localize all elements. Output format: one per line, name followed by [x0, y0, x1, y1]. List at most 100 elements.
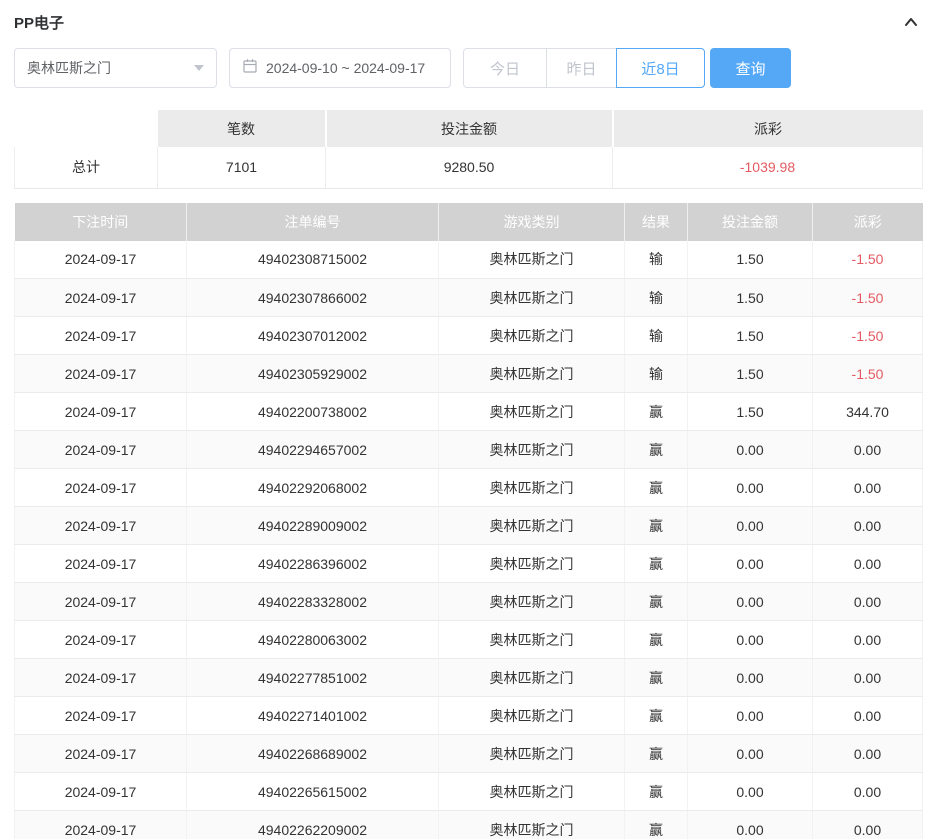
bet-amount-cell: 1.50 — [688, 355, 813, 393]
game-type-cell: 奥林匹斯之门 — [439, 507, 625, 545]
col-result: 结果 — [625, 203, 688, 241]
game-type-cell: 奥林匹斯之门 — [439, 811, 625, 839]
table-row: 2024-09-1749402200738002奥林匹斯之门赢1.50344.7… — [15, 393, 923, 431]
pp-dianzi-panel: PP电子 奥林匹斯之门 2024-09-10 ~ 2024-09-17 今日 昨… — [0, 0, 937, 839]
col-game-type: 游戏类别 — [439, 203, 625, 241]
payout-cell: 0.00 — [813, 659, 923, 697]
panel-title: PP电子 — [14, 12, 64, 33]
order-number-cell: 49402200738002 — [187, 393, 439, 431]
bet-amount-cell: 0.00 — [688, 735, 813, 773]
table-row: 2024-09-1749402277851002奥林匹斯之门赢0.000.00 — [15, 659, 923, 697]
order-number-cell: 49402280063002 — [187, 621, 439, 659]
order-number-cell: 49402294657002 — [187, 431, 439, 469]
game-type-cell: 奥林匹斯之门 — [439, 469, 625, 507]
payout-cell: 344.70 — [813, 393, 923, 431]
query-button[interactable]: 查询 — [710, 48, 791, 88]
summary-count-value: 7101 — [158, 147, 326, 188]
order-number-cell: 49402307866002 — [187, 279, 439, 317]
bet-records-table: 下注时间 注单编号 游戏类别 结果 投注金额 派彩 2024-09-174940… — [14, 203, 923, 839]
last-8-days-button[interactable]: 近8日 — [616, 48, 705, 88]
game-type-cell: 奥林匹斯之门 — [439, 279, 625, 317]
game-type-cell: 奥林匹斯之门 — [439, 735, 625, 773]
result-cell: 赢 — [625, 545, 688, 583]
bet-time-cell: 2024-09-17 — [15, 469, 187, 507]
order-number-cell: 49402292068002 — [187, 469, 439, 507]
payout-cell: 0.00 — [813, 507, 923, 545]
table-row: 2024-09-1749402292068002奥林匹斯之门赢0.000.00 — [15, 469, 923, 507]
order-number-cell: 49402286396002 — [187, 545, 439, 583]
chevron-down-icon — [194, 65, 204, 71]
order-number-cell: 49402265615002 — [187, 773, 439, 811]
result-cell: 赢 — [625, 431, 688, 469]
bet-time-cell: 2024-09-17 — [15, 279, 187, 317]
payout-cell: 0.00 — [813, 735, 923, 773]
bet-time-cell: 2024-09-17 — [15, 317, 187, 355]
bet-amount-cell: 0.00 — [688, 545, 813, 583]
col-bet-amount: 投注金额 — [688, 203, 813, 241]
chevron-up-icon[interactable] — [900, 11, 922, 33]
result-cell: 赢 — [625, 583, 688, 621]
bet-amount-cell: 0.00 — [688, 811, 813, 839]
date-range-value: 2024-09-10 ~ 2024-09-17 — [266, 60, 425, 76]
result-cell: 赢 — [625, 621, 688, 659]
payout-cell: 0.00 — [813, 773, 923, 811]
summary-bet-amount-value: 9280.50 — [326, 147, 613, 188]
today-button[interactable]: 今日 — [463, 48, 547, 88]
bet-time-cell: 2024-09-17 — [15, 545, 187, 583]
bet-time-cell: 2024-09-17 — [15, 393, 187, 431]
table-row: 2024-09-1749402289009002奥林匹斯之门赢0.000.00 — [15, 507, 923, 545]
game-type-cell: 奥林匹斯之门 — [439, 773, 625, 811]
table-row: 2024-09-1749402268689002奥林匹斯之门赢0.000.00 — [15, 735, 923, 773]
bet-time-cell: 2024-09-17 — [15, 659, 187, 697]
result-cell: 赢 — [625, 697, 688, 735]
game-type-cell: 奥林匹斯之门 — [439, 659, 625, 697]
summary-col-payout: 派彩 — [613, 110, 923, 147]
game-type-cell: 奥林匹斯之门 — [439, 431, 625, 469]
bet-amount-cell: 0.00 — [688, 621, 813, 659]
game-select-value: 奥林匹斯之门 — [27, 58, 111, 78]
bet-amount-cell: 0.00 — [688, 431, 813, 469]
bet-time-cell: 2024-09-17 — [15, 241, 187, 279]
result-cell: 赢 — [625, 773, 688, 811]
table-row: 2024-09-1749402307866002奥林匹斯之门输1.50-1.50 — [15, 279, 923, 317]
bet-time-cell: 2024-09-17 — [15, 431, 187, 469]
order-number-cell: 49402271401002 — [187, 697, 439, 735]
result-cell: 赢 — [625, 469, 688, 507]
game-select[interactable]: 奥林匹斯之门 — [14, 48, 217, 88]
game-type-cell: 奥林匹斯之门 — [439, 241, 625, 279]
order-number-cell: 49402305929002 — [187, 355, 439, 393]
result-cell: 赢 — [625, 659, 688, 697]
table-row: 2024-09-1749402294657002奥林匹斯之门赢0.000.00 — [15, 431, 923, 469]
order-number-cell: 49402308715002 — [187, 241, 439, 279]
payout-cell: -1.50 — [813, 355, 923, 393]
bet-time-cell: 2024-09-17 — [15, 621, 187, 659]
summary-blank-cell — [15, 110, 158, 147]
bet-time-cell: 2024-09-17 — [15, 697, 187, 735]
bet-amount-cell: 0.00 — [688, 583, 813, 621]
table-row: 2024-09-1749402307012002奥林匹斯之门输1.50-1.50 — [15, 317, 923, 355]
result-cell: 赢 — [625, 393, 688, 431]
summary-header-row: 笔数 投注金额 派彩 — [15, 110, 923, 147]
bet-table-header: 下注时间 注单编号 游戏类别 结果 投注金额 派彩 — [15, 203, 923, 241]
date-range-picker[interactable]: 2024-09-10 ~ 2024-09-17 — [229, 48, 451, 88]
table-row: 2024-09-1749402286396002奥林匹斯之门赢0.000.00 — [15, 545, 923, 583]
game-type-cell: 奥林匹斯之门 — [439, 393, 625, 431]
bet-amount-cell: 0.00 — [688, 507, 813, 545]
payout-cell: 0.00 — [813, 583, 923, 621]
table-row: 2024-09-1749402305929002奥林匹斯之门输1.50-1.50 — [15, 355, 923, 393]
payout-cell: 0.00 — [813, 811, 923, 839]
table-row: 2024-09-1749402271401002奥林匹斯之门赢0.000.00 — [15, 697, 923, 735]
bet-amount-cell: 1.50 — [688, 317, 813, 355]
bet-time-cell: 2024-09-17 — [15, 507, 187, 545]
bet-time-cell: 2024-09-17 — [15, 355, 187, 393]
bet-amount-cell: 0.00 — [688, 469, 813, 507]
bet-time-cell: 2024-09-17 — [15, 583, 187, 621]
game-type-cell: 奥林匹斯之门 — [439, 355, 625, 393]
summary-row-label: 总计 — [15, 147, 158, 188]
payout-cell: 0.00 — [813, 431, 923, 469]
yesterday-button[interactable]: 昨日 — [546, 48, 617, 88]
bet-time-cell: 2024-09-17 — [15, 811, 187, 839]
bet-time-cell: 2024-09-17 — [15, 735, 187, 773]
game-type-cell: 奥林匹斯之门 — [439, 621, 625, 659]
result-cell: 输 — [625, 317, 688, 355]
